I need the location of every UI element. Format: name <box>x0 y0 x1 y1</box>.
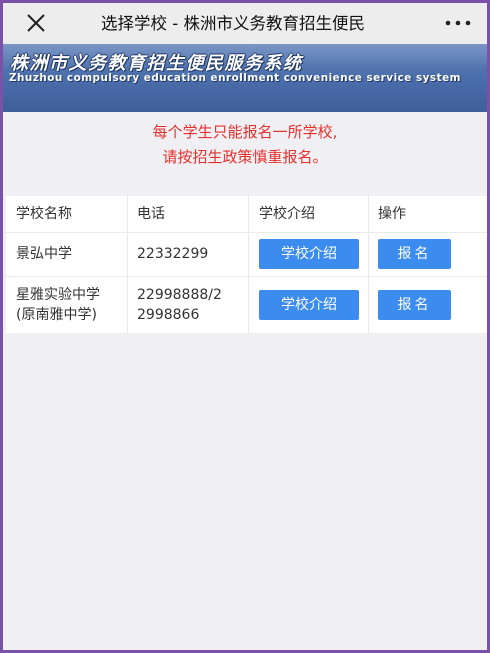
action-cell: 报名 <box>369 233 487 276</box>
page-title-text: 选择学校 - 株洲市义务教育招生便民 <box>101 14 365 33</box>
table-header-row: 学校名称 电话 学校介绍 操作 <box>6 196 487 233</box>
school-intro-button[interactable]: 学校介绍 <box>259 290 359 320</box>
header-action: 操作 <box>378 206 406 222</box>
close-icon[interactable] <box>25 12 47 34</box>
intro-cell: 学校介绍 <box>249 233 369 276</box>
system-banner: 株洲市义务教育招生便民服务系统 Zhuzhou compulsory educa… <box>3 44 487 112</box>
header-school-intro: 学校介绍 <box>249 196 369 232</box>
school-name: 景弘中学 <box>16 246 72 262</box>
intro-cell: 学校介绍 <box>249 277 369 333</box>
school-phone-part-2: 2998866 <box>137 307 200 323</box>
notice-line-2: 请按招生政策慎重报名。 <box>162 148 328 166</box>
school-intro-button[interactable]: 学校介绍 <box>259 239 359 269</box>
enrollment-notice: 每个学生只能报名一所学校, 请按招生政策慎重报名。 <box>3 120 487 170</box>
school-table: 学校名称 电话 学校介绍 操作 景弘中学 22332299 学校介绍 报名 星雅… <box>6 196 487 333</box>
action-cell: 报名 <box>369 277 487 333</box>
signup-button[interactable]: 报名 <box>378 239 451 269</box>
school-name: 星雅实验中学 <box>16 287 100 303</box>
signup-button[interactable]: 报名 <box>378 290 451 320</box>
phone-cell: 22332299 <box>128 233 249 276</box>
header-school-name: 学校名称 <box>6 196 128 232</box>
more-icon[interactable] <box>441 12 475 34</box>
school-phone: 22332299 <box>137 246 209 262</box>
school-former-name: (原南雅中学) <box>16 307 97 323</box>
banner-subtitle: Zhuzhou compulsory education enrollment … <box>9 72 461 84</box>
table-row: 星雅实验中学 (原南雅中学) 22998888/2 2998866 学校介绍 报… <box>6 277 487 333</box>
phone-cell: 22998888/2 2998866 <box>128 277 249 333</box>
header-phone: 电话 <box>128 196 249 232</box>
table-row: 景弘中学 22332299 学校介绍 报名 <box>6 233 487 277</box>
page-title: 选择学校 - 株洲市义务教育招生便民 <box>101 3 401 44</box>
school-name-cell: 星雅实验中学 (原南雅中学) <box>6 277 128 333</box>
app-frame: 选择学校 - 株洲市义务教育招生便民 株洲市义务教育招生便民服务系统 Zhuzh… <box>0 0 490 653</box>
title-fade <box>383 3 401 44</box>
notice-line-1: 每个学生只能报名一所学校, <box>152 123 338 141</box>
top-navigation-bar: 选择学校 - 株洲市义务教育招生便民 <box>3 3 487 44</box>
school-name-cell: 景弘中学 <box>6 233 128 276</box>
school-phone-part-1: 22998888/2 <box>137 287 222 303</box>
